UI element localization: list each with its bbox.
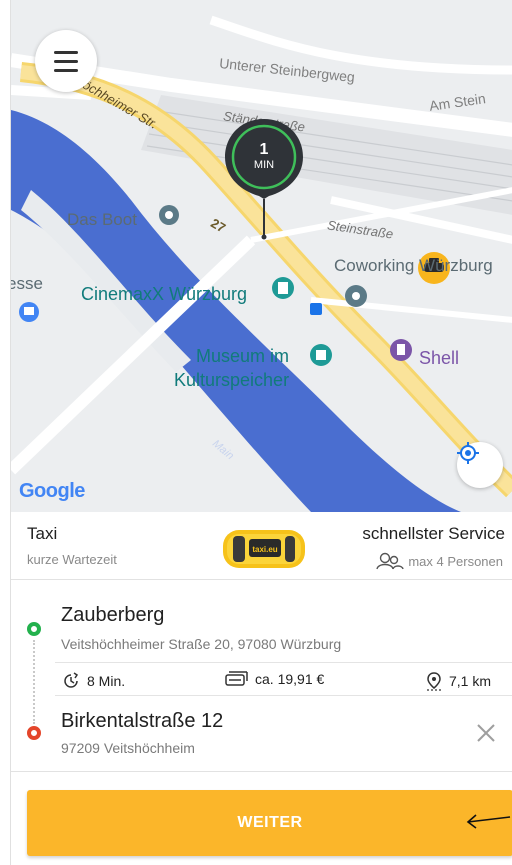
poi-label: CinemaxX Würzburg	[81, 284, 248, 304]
persons-icon	[376, 552, 405, 570]
poi-label: Coworking Würzburg	[334, 256, 493, 275]
service-title: Taxi	[27, 524, 58, 543]
hamburger-icon	[54, 48, 78, 75]
eta-number: 1	[259, 141, 269, 158]
poi-das-boot-marker	[159, 205, 179, 225]
poi-label: Kulturspeicher	[174, 370, 290, 390]
eta-unit: MIN	[253, 159, 275, 171]
service-subtitle: kurze Wartezeit	[27, 552, 117, 567]
poi-label: Shell	[419, 348, 460, 368]
my-location-button[interactable]	[457, 442, 503, 488]
route-summary: Zauberberg Veitshöchheimer Straße 20, 97…	[11, 582, 512, 772]
trip-duration: 8 Min.	[87, 673, 126, 689]
banknote-icon	[225, 671, 248, 686]
continue-button[interactable]: WEITER	[27, 790, 512, 856]
route-connector	[33, 640, 35, 724]
menu-button[interactable]	[35, 30, 97, 92]
map-pin-icon	[225, 119, 303, 240]
destination-address[interactable]: 97209 Veitshöchheim	[61, 740, 195, 756]
service-option[interactable]: Taxi kurze Wartezeit taxi.eu schnellster…	[11, 514, 512, 580]
clear-destination-icon[interactable]	[473, 720, 499, 746]
pickup-eta-pin: 1 MIN	[223, 117, 305, 241]
crosshair-icon	[457, 442, 479, 464]
destination-dot-icon	[27, 726, 41, 740]
trip-distance: 7,1 km	[449, 673, 492, 689]
origin-name[interactable]: Zauberberg	[61, 604, 164, 627]
location-pin-icon	[427, 672, 441, 691]
capacity-text: max 4 Personen	[408, 553, 503, 569]
taxi-car-icon: taxi.eu	[223, 530, 305, 568]
destination-name[interactable]: Birkentalstraße 12	[61, 710, 223, 733]
service-tier-title: schnellster Service	[362, 524, 505, 543]
annotation-arrow-icon	[466, 814, 511, 829]
trip-meta: 8 Min. ca. 19,91 € 7,1 km	[55, 662, 512, 696]
poi-label: Museum im	[196, 346, 290, 366]
google-logo: Google	[19, 480, 85, 502]
origin-address[interactable]: Veitshöchheimer Straße 20, 97080 Würzbur…	[61, 636, 341, 652]
poi-label: Das Boot	[67, 210, 137, 229]
trip-price: ca. 19,91 €	[255, 671, 325, 687]
poi-label: esse	[11, 274, 43, 293]
app-screen: Unterer Steinbergweg Am Stein Veitshöchh…	[10, 0, 512, 865]
clock-icon	[64, 672, 79, 688]
car-logo-text: taxi.eu	[252, 545, 277, 554]
origin-dot-icon	[27, 622, 41, 636]
map-view[interactable]: Unterer Steinbergweg Am Stein Veitshöchh…	[11, 0, 512, 512]
